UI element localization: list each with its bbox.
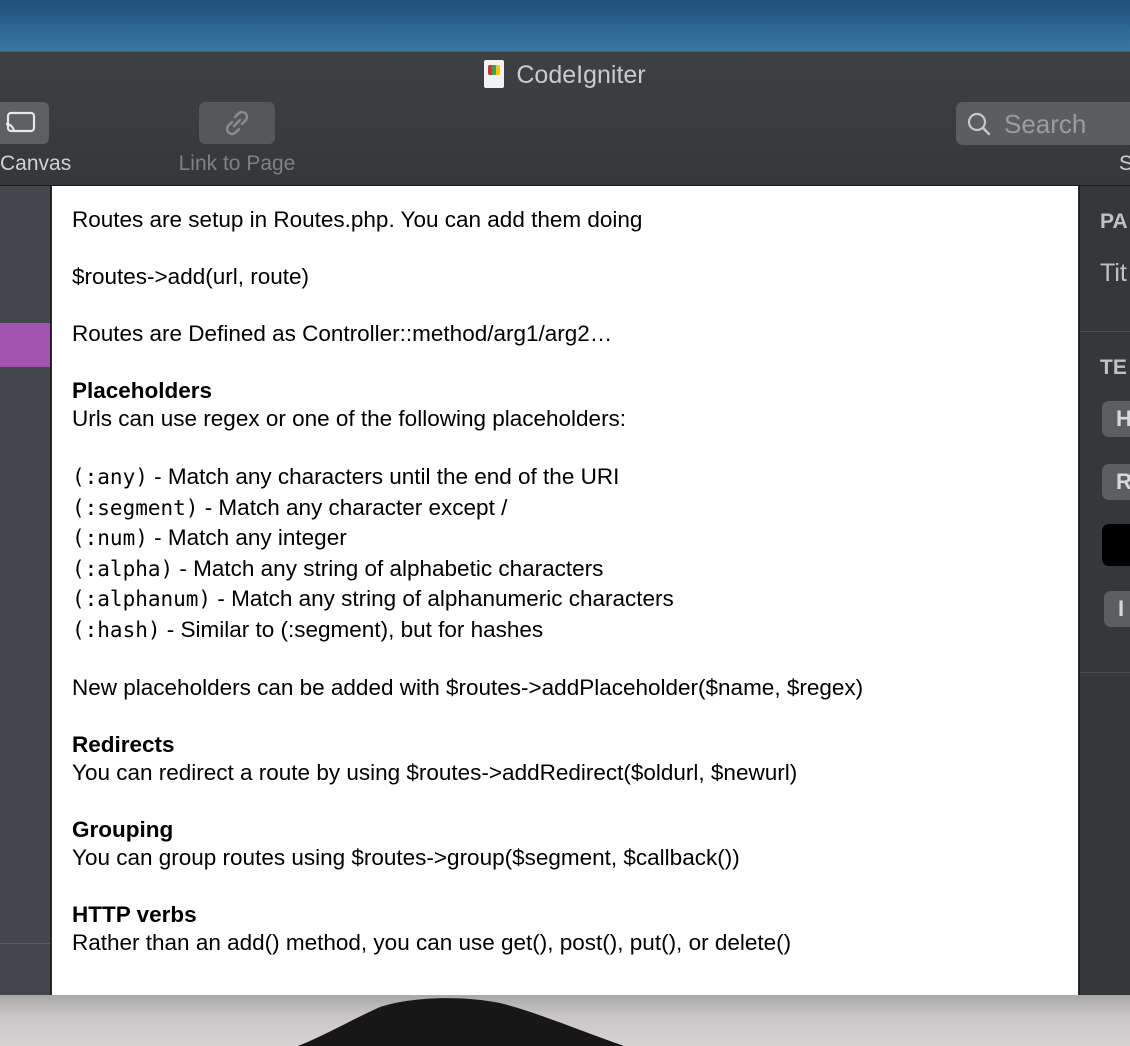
placeholder-code: (:num) [72, 526, 148, 550]
canvas-button[interactable] [0, 102, 49, 144]
link-icon [225, 110, 249, 136]
note-text: You can redirect a route by using $route… [72, 760, 798, 785]
inspector-panel: PA Tit TE H R I [1079, 186, 1130, 995]
placeholder-code: (:alphanum) [72, 587, 212, 611]
inspector-section-heading: PA [1100, 210, 1128, 233]
section-heading: Grouping [72, 817, 174, 842]
link-to-page-button[interactable] [199, 102, 275, 144]
placeholder-item: (:alphanum) - Match any string of alphan… [72, 584, 1058, 615]
note-text: You can group routes using $routes->grou… [72, 845, 740, 870]
note-text: New placeholders can be added with $rout… [72, 675, 864, 700]
placeholder-code: (:any) [72, 465, 148, 489]
placeholder-item: (:any) - Match any characters until the … [72, 462, 1058, 493]
inspector-title-label: Tit [1100, 259, 1127, 287]
placeholder-item: (:num) - Match any integer [72, 523, 1058, 554]
inspector-button[interactable]: H [1102, 401, 1130, 437]
placeholder-desc: - Match any string of alphabetic charact… [173, 555, 604, 581]
note-text: Urls can use regex or one of the followi… [72, 406, 627, 431]
app-window: CodeIgniter Canvas Link to Page Search S… [0, 51, 1130, 995]
note-text: Routes are Defined as Controller::method… [72, 321, 613, 346]
inspector-section-heading: TE [1100, 356, 1127, 379]
placeholder-desc: - Match any string of alphanumeric chara… [211, 586, 674, 611]
placeholder-code: (:segment) [72, 495, 199, 520]
document-icon [484, 60, 505, 88]
window-title-text: CodeIgniter [516, 61, 646, 89]
placeholder-desc: - Match any integer [147, 525, 347, 550]
search-field[interactable] [956, 102, 1130, 147]
sidebar-divider [0, 943, 50, 944]
window-title: CodeIgniter [0, 60, 1130, 90]
canvas-icon [5, 111, 35, 133]
search-icon [967, 112, 991, 136]
canvas-label: Canvas [0, 152, 72, 175]
note-editor[interactable]: Routes are setup in Routes.php. You can … [52, 186, 1078, 995]
link-to-page-label: Link to Page [178, 152, 296, 175]
inspector-divider [1080, 331, 1130, 332]
inspector-button[interactable]: I [1104, 591, 1130, 627]
placeholder-item: (:segment) - Match any character except … [72, 493, 1058, 524]
sidebar-selected-item[interactable] [0, 323, 50, 367]
note-text: Routes are setup in Routes.php. You can … [72, 207, 643, 232]
note-text: Rather than an add() method, you can use… [72, 930, 792, 955]
section-heading: Redirects [72, 732, 175, 757]
search-input[interactable] [1002, 102, 1130, 147]
placeholder-desc: - Similar to (:segment), but for hashes [160, 616, 544, 642]
placeholder-desc: - Match any characters until the end of … [147, 464, 620, 489]
toolbar: CodeIgniter Canvas Link to Page Search S [0, 51, 1130, 186]
inspector-divider [1080, 672, 1130, 673]
color-swatch[interactable] [1102, 524, 1130, 566]
placeholder-item: (:alpha) - Match any string of alphabeti… [72, 554, 1058, 585]
search-label: S [1119, 152, 1130, 175]
inspector-button[interactable]: R [1102, 464, 1130, 500]
section-heading: Placeholders [72, 378, 213, 403]
placeholder-code: (:alpha) [72, 556, 174, 581]
notes-sidebar [0, 186, 51, 995]
placeholder-code: (:hash) [72, 617, 161, 642]
desktop-wallpaper-top [0, 0, 1130, 52]
placeholder-item: (:hash) - Similar to (:segment), but for… [72, 615, 1058, 646]
desktop-wallpaper-bottom [0, 995, 1130, 1046]
section-heading: HTTP verbs [72, 902, 197, 927]
mountain-silhouette [297, 998, 624, 1046]
note-text: $routes->add(url, route) [72, 264, 309, 289]
placeholder-desc: - Match any character except / [198, 494, 508, 520]
